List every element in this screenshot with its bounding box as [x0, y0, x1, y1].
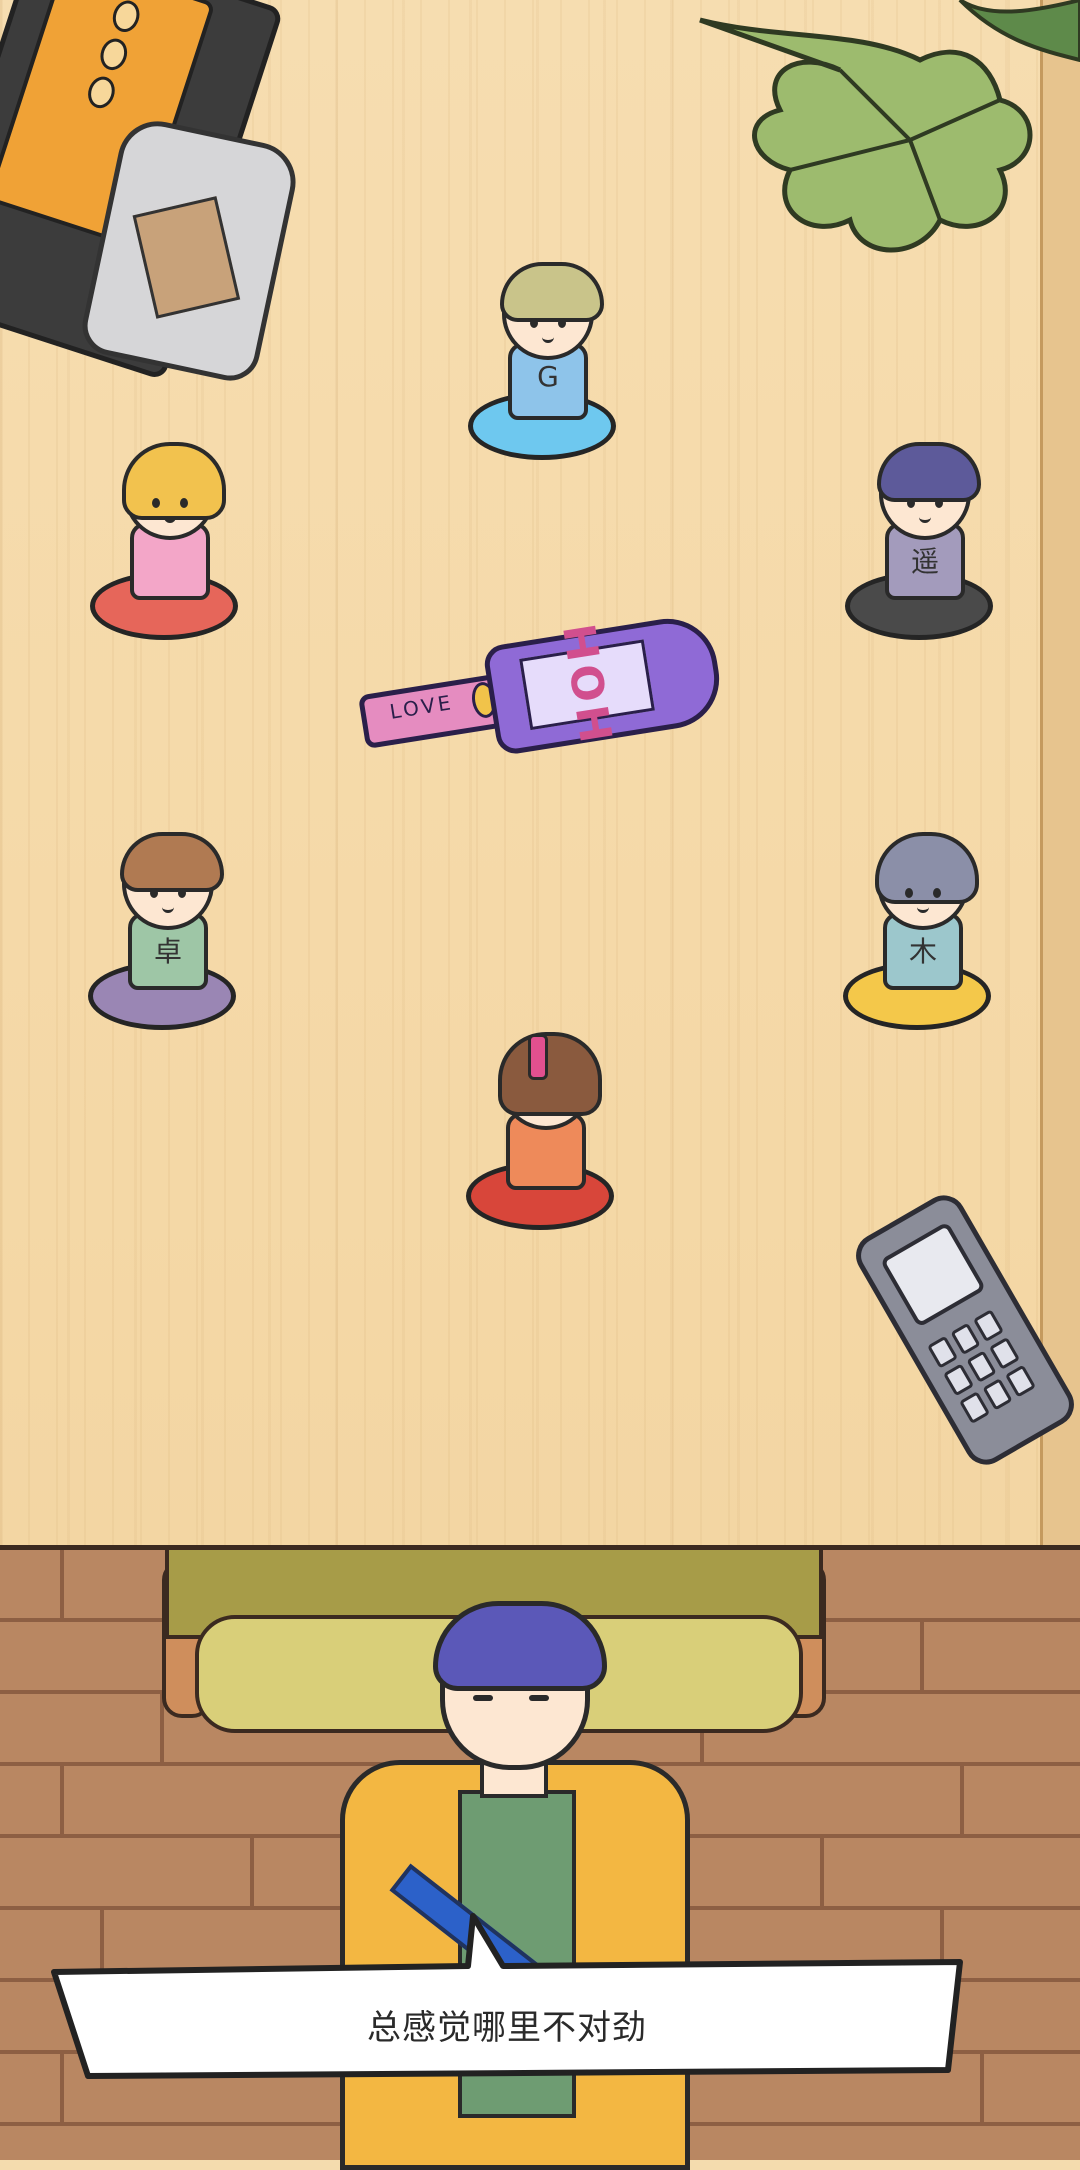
- bubble-shape: [51, 1913, 963, 2079]
- phone-key: [966, 1350, 997, 1384]
- character-gray-hair-girl[interactable]: 木: [843, 800, 993, 1030]
- character-head: [122, 442, 226, 540]
- character-head: [498, 1032, 602, 1130]
- character-dark-hair-boy[interactable]: 遥: [845, 410, 995, 640]
- mouth: [162, 904, 174, 913]
- eye: [907, 498, 915, 508]
- character-head: [120, 832, 224, 930]
- eye: [530, 318, 538, 328]
- tray-dot: [96, 35, 132, 74]
- eye: [905, 888, 913, 898]
- eye: [473, 1695, 493, 1701]
- brick-joint: [980, 2054, 984, 2126]
- shirt-text: G: [537, 360, 559, 393]
- brick-joint: [820, 1838, 824, 1910]
- phone-key: [982, 1377, 1013, 1411]
- phone-key: [989, 1336, 1021, 1370]
- headband: [528, 1034, 548, 1080]
- mouth: [919, 514, 931, 523]
- hair: [120, 832, 224, 892]
- player-head: [433, 1601, 607, 1770]
- brick-joint: [250, 1838, 254, 1910]
- mouth: [542, 334, 554, 343]
- dialogue-text: 总感觉哪里不对劲: [367, 2008, 647, 2048]
- brick-joint: [60, 1766, 64, 1838]
- character-head: [877, 442, 981, 540]
- hair: [122, 442, 226, 520]
- eye: [558, 318, 566, 328]
- shirt-text: 遥: [910, 545, 939, 578]
- brick-joint: [960, 1766, 964, 1838]
- bottle-label-text: HOH: [552, 619, 622, 750]
- eye: [933, 888, 941, 898]
- phone-keypad: [926, 1309, 1037, 1425]
- eye: [150, 888, 158, 898]
- eye: [935, 498, 943, 508]
- phone-key: [950, 1322, 981, 1356]
- phone-key: [926, 1335, 958, 1369]
- character-glasses-boy[interactable]: G: [468, 230, 618, 460]
- phone-key: [958, 1391, 990, 1425]
- purple-hair: [433, 1601, 607, 1691]
- eye: [529, 1695, 549, 1701]
- hair: [877, 442, 981, 502]
- character-head: [875, 832, 979, 930]
- phone-screen: [879, 1221, 987, 1328]
- phone-key: [973, 1309, 1005, 1343]
- eye: [152, 498, 160, 508]
- dialogue-bubble[interactable]: 总感觉哪里不对劲: [48, 1913, 966, 2080]
- eye: [180, 498, 188, 508]
- hair: [498, 1032, 602, 1116]
- mouth: [917, 904, 929, 913]
- brick-joint: [60, 1550, 64, 1622]
- plant-leaves[interactable]: [660, 0, 1080, 300]
- cloth-object: [132, 196, 241, 319]
- character-head: [500, 262, 604, 360]
- character-blonde-girl[interactable]: [90, 410, 240, 640]
- phone-key: [942, 1363, 974, 1397]
- brick-joint: [920, 1622, 924, 1694]
- hair: [500, 262, 604, 322]
- shirt-text: 木: [908, 935, 937, 968]
- shirt-text: 卓: [153, 935, 182, 968]
- character-pink-headband-girl[interactable]: [466, 1000, 616, 1230]
- tray-dot: [108, 0, 144, 36]
- eye: [178, 888, 186, 898]
- bottle-label: HOH: [519, 620, 655, 749]
- hair: [875, 832, 979, 904]
- tray-dot: [84, 73, 119, 112]
- bottle-neck-text: LOVE: [387, 690, 456, 724]
- character-brown-hair-boy[interactable]: 卓: [88, 800, 238, 1030]
- phone-key: [1005, 1364, 1037, 1398]
- mouth: [164, 514, 176, 523]
